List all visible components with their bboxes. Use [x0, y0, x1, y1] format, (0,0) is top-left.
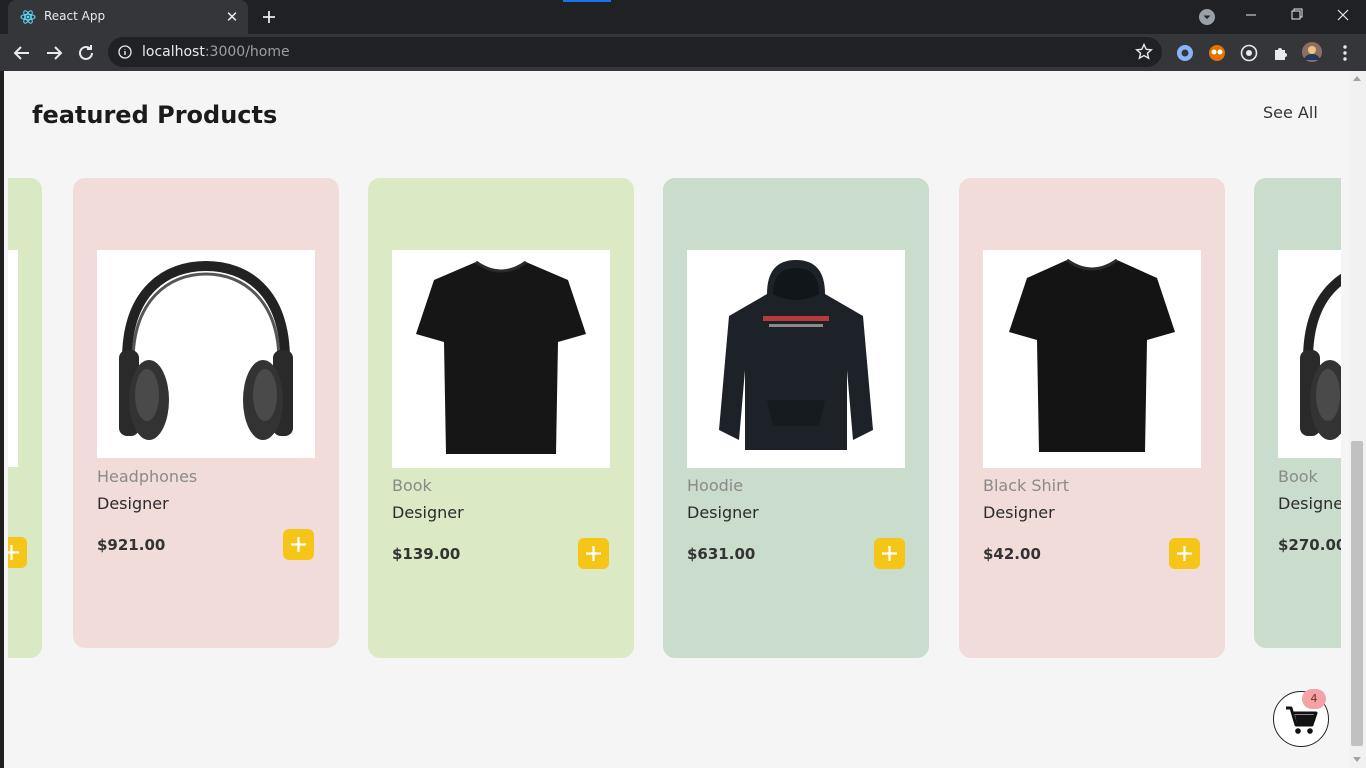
page-left-edge	[0, 71, 4, 768]
minimize-icon[interactable]	[1228, 0, 1274, 30]
product-name: Book	[392, 476, 432, 495]
add-to-cart-button[interactable]	[578, 538, 609, 569]
product-image	[1278, 250, 1341, 458]
extension-blue-icon[interactable]	[1174, 42, 1196, 64]
chrome-menu-icon[interactable]	[1334, 42, 1356, 64]
tshirt-image	[1009, 258, 1175, 452]
react-logo-icon	[20, 10, 36, 24]
product-name: Headphones	[97, 467, 198, 486]
scroll-down-arrow-icon[interactable]	[1353, 757, 1361, 762]
scrollbar-thumb[interactable]	[1351, 441, 1363, 746]
product-carousel[interactable]: Headphones Designer $921.00 Book Designe…	[8, 178, 1341, 658]
tab-title: React App	[44, 9, 106, 23]
back-icon[interactable]	[10, 41, 34, 65]
browser-tab-strip: React App ✕	[0, 0, 1366, 34]
tab-close-icon[interactable]: ✕	[224, 9, 240, 25]
product-image	[392, 250, 610, 468]
vertical-scrollbar[interactable]	[1349, 71, 1366, 768]
extension-target-icon[interactable]	[1238, 42, 1260, 64]
hoodie-image	[719, 260, 873, 450]
browser-toolbar: localhost:3000/home	[0, 34, 1366, 71]
product-subtitle: Designer	[983, 503, 1055, 522]
product-name: Book	[1278, 467, 1318, 486]
window-drag-accent	[563, 0, 611, 2]
add-to-cart-button[interactable]	[874, 538, 905, 569]
restore-icon[interactable]	[1274, 0, 1320, 30]
product-card[interactable]: Black Shirt Designer $42.00	[959, 178, 1225, 658]
page-viewport: featured Products See All Headphones Des…	[0, 71, 1366, 768]
scroll-up-arrow-icon[interactable]	[1353, 76, 1361, 81]
url-text: localhost:3000/home	[142, 44, 290, 60]
product-image	[8, 250, 18, 467]
plus-icon	[291, 537, 306, 552]
profile-avatar-icon[interactable]	[1301, 41, 1323, 63]
reload-icon[interactable]	[74, 41, 98, 65]
extension-owl-icon[interactable]	[1206, 42, 1228, 64]
product-price: $42.00	[983, 545, 1041, 563]
address-bar[interactable]: localhost:3000/home	[108, 37, 1162, 67]
product-subtitle: Designer	[392, 503, 464, 522]
url-path: :3000/home	[204, 44, 290, 60]
tshirt-image	[416, 260, 586, 454]
bookmark-star-icon[interactable]	[1134, 42, 1154, 62]
product-card[interactable]	[8, 178, 42, 658]
extensions-puzzle-icon[interactable]	[1270, 42, 1292, 64]
product-card[interactable]: Hoodie Designer $631.00	[663, 178, 929, 658]
headphones-image	[119, 260, 293, 440]
new-tab-icon[interactable]	[258, 7, 280, 27]
plus-icon	[8, 545, 19, 560]
product-card[interactable]: Book Designe $270.00	[1254, 178, 1341, 648]
add-to-cart-button[interactable]	[1169, 538, 1200, 569]
product-price: $139.00	[392, 545, 461, 563]
product-card[interactable]: Book Designer $139.00	[368, 178, 634, 658]
product-subtitle: Designer	[97, 494, 169, 513]
product-image	[687, 250, 905, 468]
plus-icon	[882, 546, 897, 561]
see-all-link[interactable]: See All	[1263, 103, 1318, 122]
product-price: $270.00	[1278, 536, 1341, 554]
close-window-icon[interactable]	[1320, 0, 1366, 30]
section-title: featured Products	[32, 101, 278, 129]
browser-tab[interactable]: React App ✕	[8, 0, 248, 34]
product-name: Hoodie	[687, 476, 744, 495]
product-subtitle: Designe	[1278, 494, 1341, 513]
forward-icon[interactable]	[42, 41, 66, 65]
cart-count-badge: 4	[1302, 689, 1326, 709]
product-image	[983, 250, 1201, 468]
product-card[interactable]: Headphones Designer $921.00	[73, 178, 339, 648]
add-to-cart-button[interactable]	[283, 529, 314, 560]
add-to-cart-button[interactable]	[8, 537, 27, 568]
product-name: Black Shirt	[983, 476, 1069, 495]
tab-search-icon[interactable]	[1198, 8, 1216, 26]
plus-icon	[586, 546, 601, 561]
product-price: $631.00	[687, 545, 756, 563]
site-info-icon[interactable]	[118, 45, 132, 59]
product-image	[97, 250, 315, 458]
product-subtitle: Designer	[687, 503, 759, 522]
product-price: $921.00	[97, 536, 166, 554]
url-host: localhost	[142, 44, 205, 60]
headphones-image	[1300, 273, 1341, 440]
plus-icon	[1177, 546, 1192, 561]
